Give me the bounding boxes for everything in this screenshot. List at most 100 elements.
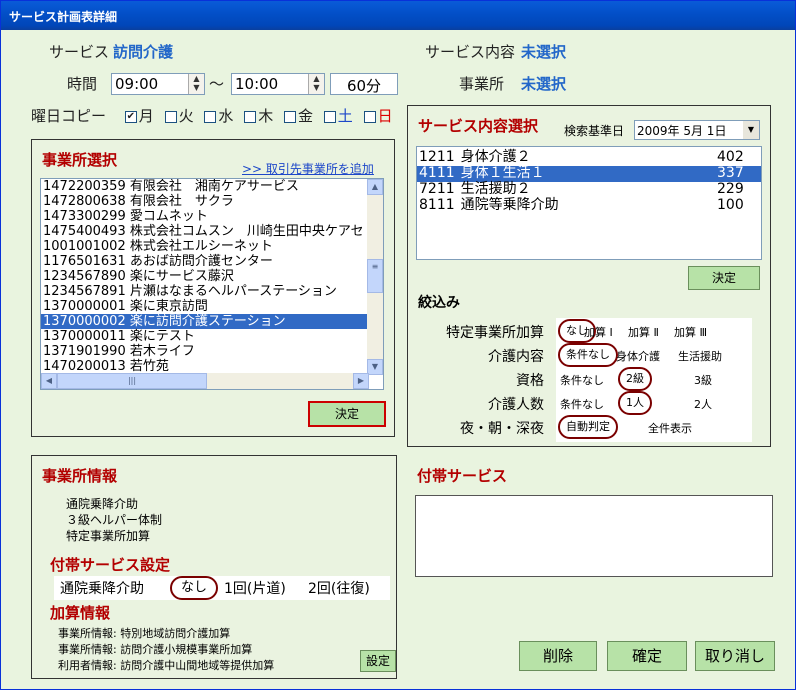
office-list-item[interactable]: 1371901990 若木ライフ <box>41 344 383 359</box>
office-list-item[interactable]: 1470200013 若竹苑 <box>41 359 383 374</box>
end-time-field[interactable]: 10:00 ▲ ▼ <box>231 73 325 95</box>
checkbox-tue[interactable] <box>164 110 177 123</box>
weekday-tue: 火 <box>178 107 194 125</box>
filter-title: 絞込み <box>418 295 460 311</box>
service-code: 7211 <box>419 181 455 197</box>
checkbox-sun[interactable] <box>363 110 376 123</box>
office-list-item[interactable]: 1234567891 片瀬はなまるヘルパーステーション <box>41 284 383 299</box>
filter-label: 資格 <box>516 373 544 389</box>
scroll-down-icon[interactable]: ▼ <box>367 359 383 375</box>
delete-button[interactable]: 削除 <box>519 641 597 671</box>
filter-option[interactable]: 2人 <box>694 396 712 412</box>
service-list-item[interactable]: 1211 身体介護２ 402 <box>417 150 761 166</box>
office-list-item[interactable]: 1475400493 株式会社コムスン 川崎生田中央ケアセ <box>41 224 383 239</box>
checkbox-fri[interactable] <box>283 110 296 123</box>
weekday-copy: 曜日コピー ✔ 月 火 水 木 金 土 日 <box>31 105 393 126</box>
window-title: サービス計画表詳細 <box>9 10 118 24</box>
filter-option[interactable]: 加算 Ⅱ <box>628 324 659 340</box>
filter-option[interactable]: 加算 Ⅰ <box>584 324 613 340</box>
start-time-spinner[interactable]: ▲ ▼ <box>188 74 204 94</box>
office-list-item[interactable]: 1176501631 あおば訪問介護センター <box>41 254 383 269</box>
office-list-item[interactable]: 1234567890 楽にサービス藤沢 <box>41 269 383 284</box>
base-date-select[interactable]: 2009年 5月 1日 ▼ <box>634 120 760 140</box>
service-code: 1211 <box>419 149 455 165</box>
service-list-item[interactable]: 8111 通院等乗降介助 100 <box>417 198 761 214</box>
add-info-line: 利用者情報: 訪問介護中山間地域等提供加算 <box>58 659 275 672</box>
service-units: 337 <box>717 165 744 181</box>
service-code: 8111 <box>419 197 455 213</box>
weekday-fri: 金 <box>297 107 313 125</box>
checkbox-sat[interactable] <box>323 110 336 123</box>
service-list-item[interactable]: 4111 身体１生活１ 337 <box>417 166 761 182</box>
filter-option[interactable]: 加算 Ⅲ <box>674 324 707 340</box>
start-time-field[interactable]: 09:00 ▲ ▼ <box>111 73 205 95</box>
filter-option[interactable]: 1人 <box>618 391 652 415</box>
aux-option-none[interactable]: なし <box>170 576 218 600</box>
office-list-item[interactable]: 1472200359 有限会社 湘南ケアサービス <box>41 179 383 194</box>
service-content-panel: サービス内容選択 検索基準日 2009年 5月 1日 ▼ 1211 身体介護２ 40… <box>407 105 771 447</box>
chevron-down-icon[interactable]: ▼ <box>743 121 759 139</box>
filter-option[interactable]: 全件表示 <box>648 420 692 436</box>
setting-button[interactable]: 設定 <box>360 650 396 672</box>
duration-field[interactable]: 60分 <box>330 73 398 95</box>
filter-option[interactable]: 条件なし <box>560 396 604 412</box>
service-units: 100 <box>717 197 744 213</box>
filter-option[interactable]: 2級 <box>618 367 652 391</box>
office-list-item[interactable]: 1370000002 楽に訪問介護ステーション <box>41 314 383 329</box>
office-list-item[interactable]: 1370000001 楽に東京訪問 <box>41 299 383 314</box>
service-decide-button[interactable]: 決定 <box>688 266 760 290</box>
aux-option-round[interactable]: 2回(往復) <box>308 578 370 598</box>
office-list-vscroll[interactable]: ▲ ≡ ▼ <box>367 179 383 375</box>
office-list-item[interactable]: 1370000011 楽にテスト <box>41 329 383 344</box>
add-info-title: 加算情報 <box>50 604 111 622</box>
hscroll-thumb[interactable]: ||| <box>57 373 207 389</box>
office-list-item[interactable]: 1473300299 愛コムネット <box>41 209 383 224</box>
office-info-lines: 通院乗降介助 ３級ヘルパー体制 特定事業所加算 <box>66 496 162 544</box>
add-office-link[interactable]: >> 取引先事業所を追加 <box>242 160 374 177</box>
add-info-line: 事業所情報: 訪問介護小規模事業所加算 <box>58 643 253 656</box>
scroll-left-icon[interactable]: ◀ <box>41 373 57 389</box>
time-separator: ～ <box>209 75 225 93</box>
filter-option[interactable]: 生活援助 <box>678 348 722 364</box>
title-bar: サービス計画表詳細 <box>1 1 795 30</box>
service-name: 生活援助２ <box>460 181 531 197</box>
end-time-spinner[interactable]: ▲ ▼ <box>308 74 324 94</box>
info-line: 通院乗降介助 <box>66 497 139 511</box>
office-info-panel: 事業所情報 通院乗降介助 ３級ヘルパー体制 特定事業所加算 付帯サービス設定 通… <box>31 455 397 679</box>
scroll-up-icon[interactable]: ▲ <box>367 179 383 195</box>
office-list-item[interactable]: 1001001002 株式会社エルシーネット <box>41 239 383 254</box>
filter-label: 夜・朝・深夜 <box>460 421 544 437</box>
scroll-right-icon[interactable]: ▶ <box>353 373 369 389</box>
filter-label: 介護人数 <box>488 397 544 413</box>
aux-service-box[interactable] <box>415 495 773 577</box>
service-name: 通院等乗降介助 <box>460 197 559 213</box>
service-list[interactable]: 1211 身体介護２ 402 4111 身体１生活１ 337 7211 生活援助２ 229 811… <box>416 146 762 260</box>
service-list-item[interactable]: 7211 生活援助２ 229 <box>417 182 761 198</box>
content-label: サービス内容 <box>425 43 516 61</box>
info-line: 特定事業所加算 <box>66 529 151 543</box>
weekday-copy-label: 曜日コピー <box>31 107 107 125</box>
cancel-button[interactable]: 取り消し <box>695 641 775 671</box>
filter-option[interactable]: 身体介護 <box>616 348 660 364</box>
office-decide-button[interactable]: 決定 <box>308 401 386 427</box>
office-list[interactable]: 1472200359 有限会社 湘南ケアサービス 1472800638 有限会社 … <box>40 178 384 390</box>
office-list-item[interactable]: 1472800638 有限会社 サクラ <box>41 194 383 209</box>
checkbox-thu[interactable] <box>244 110 257 123</box>
weekday-mon: 月 <box>138 107 154 125</box>
filter-option[interactable]: 3級 <box>694 372 712 388</box>
checkbox-mon[interactable]: ✔ <box>124 110 137 123</box>
service-label: サービス <box>49 43 110 61</box>
office-select-panel: 事業所選択 >> 取引先事業所を追加 1472200359 有限会社 湘南ケアサ… <box>31 139 395 437</box>
service-units: 402 <box>717 149 744 165</box>
filter-option[interactable]: 条件なし <box>560 372 604 388</box>
confirm-button[interactable]: 確定 <box>607 641 687 671</box>
office-select-title: 事業所選択 <box>42 151 118 169</box>
filter-option[interactable]: 自動判定 <box>558 415 618 439</box>
office-list-hscroll[interactable]: ◀ ||| ▶ <box>41 373 369 389</box>
checkbox-wed[interactable] <box>204 110 217 123</box>
aux-option-oneway[interactable]: 1回(片道) <box>224 578 286 598</box>
scroll-thumb[interactable]: ≡ <box>367 259 383 293</box>
service-units: 229 <box>717 181 744 197</box>
filter-label: 介護内容 <box>488 349 544 365</box>
filter-option[interactable]: 条件なし <box>558 343 618 367</box>
